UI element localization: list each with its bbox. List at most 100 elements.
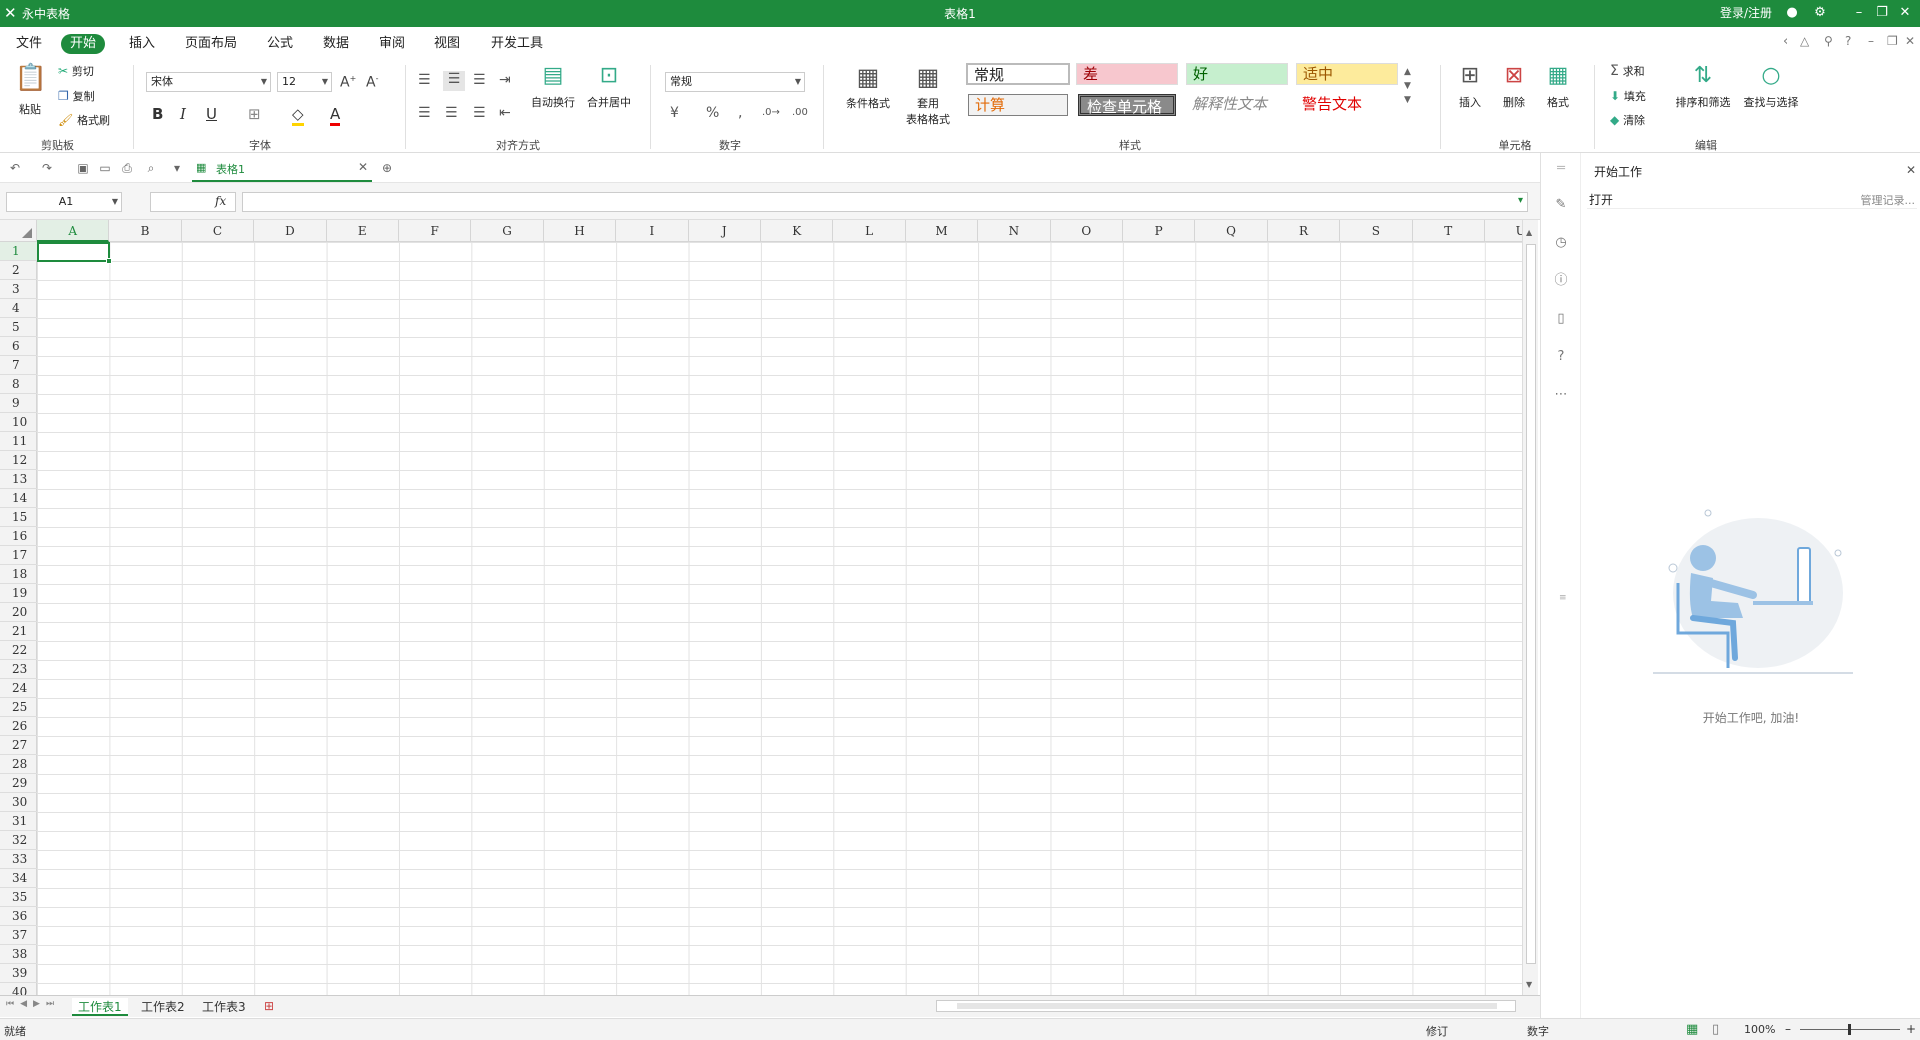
column-header[interactable]: C: [182, 220, 255, 242]
font-size-select[interactable]: 12 ▼: [277, 72, 332, 92]
decrease-decimal-icon[interactable]: .00: [792, 107, 808, 118]
redo-icon[interactable]: ↷: [40, 161, 54, 175]
resize-handle-icon[interactable]: ≡: [1559, 593, 1567, 603]
minimize-icon[interactable]: –: [1850, 4, 1868, 22]
comma-icon[interactable]: ,: [738, 105, 742, 121]
restore-icon[interactable]: ❐: [1873, 4, 1891, 22]
style-warning[interactable]: 警告文本: [1296, 94, 1398, 116]
row-header[interactable]: 8: [0, 375, 37, 394]
manage-records-link[interactable]: 管理记录...: [1861, 192, 1916, 208]
align-center-icon[interactable]: ☰: [445, 105, 458, 121]
column-header[interactable]: J: [689, 220, 761, 242]
row-header[interactable]: 23: [0, 660, 37, 679]
row-header[interactable]: 40: [0, 983, 37, 995]
underline-icon[interactable]: U: [206, 105, 217, 123]
menu-handle-icon[interactable]: ═: [1553, 161, 1569, 177]
percent-icon[interactable]: %: [706, 105, 719, 121]
zoom-in-icon[interactable]: +: [1906, 1022, 1916, 1036]
align-top-icon[interactable]: ☰: [418, 72, 431, 88]
add-sheet-icon[interactable]: ⊞: [264, 999, 274, 1013]
row-header[interactable]: 36: [0, 907, 37, 926]
print-icon[interactable]: ⎙: [120, 161, 134, 175]
open-folder-icon[interactable]: ▭: [98, 161, 112, 175]
row-header[interactable]: 28: [0, 755, 37, 774]
horizontal-scroll-thumb[interactable]: [957, 1003, 1497, 1009]
skin-icon[interactable]: ⚲: [1824, 34, 1833, 48]
row-header[interactable]: 9: [0, 394, 37, 413]
style-check-cell[interactable]: 检查单元格: [1078, 94, 1176, 116]
vertical-scrollbar[interactable]: ▲ ▼: [1522, 220, 1538, 995]
menu-insert[interactable]: 插入: [120, 34, 164, 54]
menu-page-layout[interactable]: 页面布局: [176, 34, 246, 54]
clear-button[interactable]: ◆ 清除: [1610, 112, 1645, 130]
select-all-corner[interactable]: [0, 220, 37, 242]
document-tab[interactable]: ▦ 表格1 ✕: [192, 156, 372, 182]
style-normal[interactable]: 常规: [966, 63, 1070, 85]
style-explanatory[interactable]: 解释性文本: [1186, 94, 1288, 116]
sort-filter-button[interactable]: ⇅ 排序和筛选: [1672, 63, 1734, 133]
row-header[interactable]: 7: [0, 356, 37, 375]
font-color-icon[interactable]: A: [330, 105, 341, 126]
vertical-scroll-thumb[interactable]: [1526, 244, 1536, 964]
insert-cells-button[interactable]: ⊞ 插入: [1450, 63, 1490, 133]
info-icon[interactable]: ⓘ: [1553, 273, 1569, 289]
row-header[interactable]: 5: [0, 318, 37, 337]
question-icon[interactable]: ?: [1553, 349, 1569, 365]
row-header[interactable]: 24: [0, 679, 37, 698]
row-header[interactable]: 32: [0, 831, 37, 850]
zoom-slider-handle[interactable]: [1848, 1024, 1851, 1035]
outdent-icon[interactable]: ⇤: [499, 105, 511, 121]
column-header[interactable]: L: [833, 220, 906, 242]
sheet-tab-3[interactable]: 工作表3: [196, 998, 252, 1016]
column-header[interactable]: B: [109, 220, 182, 242]
row-header[interactable]: 18: [0, 565, 37, 584]
undo-icon[interactable]: ↶: [8, 161, 22, 175]
cell-area[interactable]: [37, 242, 1522, 995]
currency-icon[interactable]: ¥: [670, 105, 679, 121]
expand-formula-icon[interactable]: ▾: [1518, 195, 1523, 206]
align-right-icon[interactable]: ☰: [473, 105, 486, 121]
row-header[interactable]: 22: [0, 641, 37, 660]
fill-color-icon[interactable]: ◇: [292, 105, 304, 126]
settings-icon[interactable]: ⚙: [1811, 4, 1829, 22]
doc-restore-icon[interactable]: ❐: [1887, 34, 1898, 48]
row-header[interactable]: 2: [0, 261, 37, 280]
row-header[interactable]: 6: [0, 337, 37, 356]
row-header[interactable]: 31: [0, 812, 37, 831]
name-box[interactable]: A1 ▼: [6, 192, 122, 212]
selected-cell[interactable]: [37, 242, 112, 264]
column-header[interactable]: U: [1485, 220, 1522, 242]
zoom-out-icon[interactable]: –: [1785, 1022, 1791, 1036]
menu-formula[interactable]: 公式: [258, 34, 302, 54]
fill-handle[interactable]: [106, 258, 112, 264]
column-header[interactable]: H: [544, 220, 617, 242]
customize-icon[interactable]: ▾: [170, 161, 184, 175]
row-header[interactable]: 3: [0, 280, 37, 299]
column-header[interactable]: A: [37, 220, 110, 242]
row-header[interactable]: 29: [0, 774, 37, 793]
horizontal-scrollbar[interactable]: [936, 1000, 1516, 1012]
sheet-nav-icon[interactable]: ⏮◀▶⏭: [6, 999, 60, 1009]
doc-minimize-icon[interactable]: –: [1868, 34, 1874, 48]
row-header[interactable]: 34: [0, 869, 37, 888]
copy-button[interactable]: ❐ 复制: [58, 88, 95, 106]
zoom-slider[interactable]: [1800, 1024, 1900, 1035]
row-header[interactable]: 16: [0, 527, 37, 546]
column-header[interactable]: N: [978, 220, 1051, 242]
row-header[interactable]: 4: [0, 299, 37, 318]
style-calculation[interactable]: 计算: [968, 94, 1068, 116]
increase-decimal-icon[interactable]: .0→: [762, 107, 780, 118]
row-header[interactable]: 21: [0, 622, 37, 641]
styles-scroll-icon[interactable]: ▲ ▼ ▼: [1404, 65, 1411, 107]
sum-button[interactable]: Σ 求和: [1610, 63, 1645, 81]
row-header[interactable]: 20: [0, 603, 37, 622]
column-header[interactable]: M: [906, 220, 979, 242]
close-tab-icon[interactable]: ✕: [358, 160, 368, 174]
decrease-font-icon[interactable]: A-: [366, 74, 378, 91]
row-header[interactable]: 1: [0, 242, 37, 261]
column-header[interactable]: D: [254, 220, 327, 242]
conditional-format-button[interactable]: ▦ 条件格式: [838, 63, 898, 133]
user-icon[interactable]: ●: [1783, 4, 1801, 22]
sheet-tab-2[interactable]: 工作表2: [135, 998, 191, 1016]
close-pane-icon[interactable]: ✕: [1906, 163, 1916, 177]
